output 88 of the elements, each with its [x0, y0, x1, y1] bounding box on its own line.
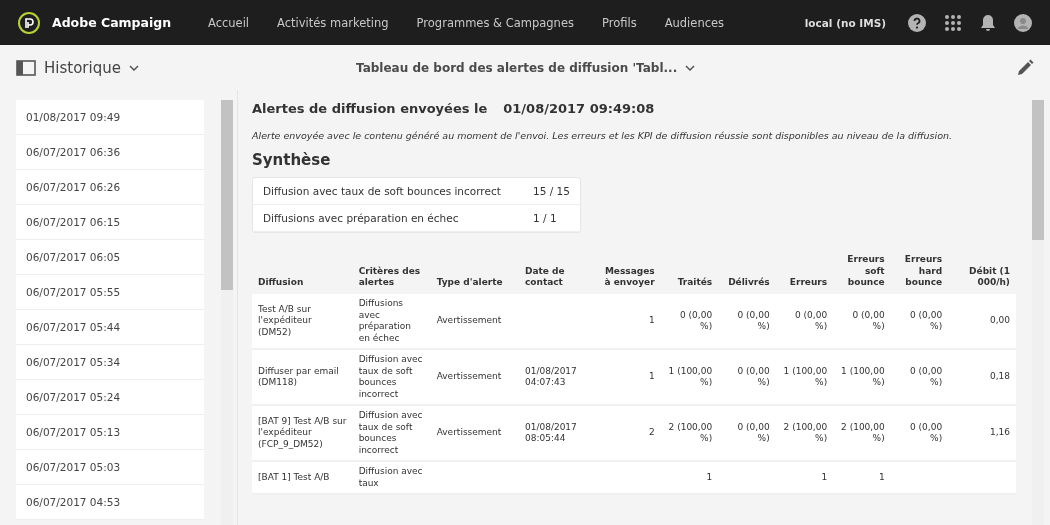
history-item[interactable]: 06/07/2017 05:34	[16, 345, 204, 380]
history-dropdown[interactable]: Historique	[16, 58, 356, 77]
table-cell: 1,16	[989, 427, 1010, 438]
edit-icon[interactable]	[1016, 58, 1034, 77]
summary-title: Synthèse	[252, 151, 332, 169]
table-cell: 0 (0,00 %)	[910, 421, 943, 444]
history-item[interactable]: 01/08/2017 09:49	[16, 100, 204, 135]
column-header: Débit (1 000/h)	[969, 265, 1010, 288]
history-item[interactable]: 06/07/2017 06:26	[16, 170, 204, 205]
apps-grid-icon[interactable]	[944, 13, 962, 32]
column-header: Diffusion	[258, 277, 304, 288]
table-cell: 0,18	[989, 371, 1010, 382]
history-item[interactable]: 06/07/2017 05:24	[16, 380, 204, 415]
table-cell: 1 (100,00 %)	[783, 365, 828, 388]
table-cell: 0 (0,00 %)	[737, 365, 770, 388]
table-cell: Avertissement	[436, 371, 502, 382]
column-header: Erreurs hard bounce	[904, 254, 943, 288]
summary-value: 15 / 15	[533, 185, 570, 197]
summary-value: 1 / 1	[533, 212, 557, 224]
chevron-down-icon	[128, 64, 139, 71]
report-date: 01/08/2017 09:49:08	[503, 101, 655, 116]
table-cell: 0 (0,00 %)	[852, 309, 885, 332]
table-cell: Diffuser par email (DM118)	[258, 365, 339, 388]
table-cell: 1	[648, 371, 655, 382]
report-heading: Alertes de diffusion envoyées le	[252, 101, 488, 116]
summary-label: Diffusions avec préparation en échec	[263, 212, 460, 224]
table-cell: 2 (100,00 %)	[841, 421, 885, 444]
table-cell: 0,00	[989, 315, 1010, 326]
table-cell: Avertissement	[436, 315, 502, 326]
column-header: Critères des alertes	[358, 265, 421, 288]
help-icon[interactable]	[908, 13, 926, 32]
table-cell: 01/08/2017 08:05:44	[524, 421, 577, 444]
column-header: Erreurs	[789, 277, 828, 288]
nav-tab[interactable]: Activités marketing	[277, 15, 389, 30]
table-cell: [BAT 1] Test A/B	[258, 472, 330, 482]
history-item[interactable]: 06/07/2017 05:44	[16, 310, 204, 345]
table-cell: 2	[648, 427, 655, 438]
table-cell: 0 (0,00 %)	[737, 309, 770, 332]
table-cell: 2 (100,00 %)	[783, 421, 828, 444]
table-cell: 0 (0,00 %)	[737, 421, 770, 444]
nav-tab[interactable]: Profils	[601, 15, 637, 30]
table-cell: 1	[878, 472, 885, 482]
column-header: Délivrés	[728, 277, 770, 288]
nav-tab[interactable]: Programmes & Campagnes	[416, 15, 574, 30]
column-header: Erreurs soft bounce	[847, 254, 885, 288]
table-cell: 1 (100,00 %)	[668, 365, 713, 388]
chevron-down-icon	[685, 64, 696, 71]
history-item[interactable]: 06/07/2017 06:36	[16, 135, 204, 170]
dashboard-title-dropdown[interactable]: Tableau de bord des alertes de diffusion 'Tabl...	[356, 60, 696, 75]
table-cell: 2 (100,00 %)	[668, 421, 713, 444]
table-cell: 01/08/2017 04:07:43	[524, 365, 577, 388]
table-cell: Diffusion avec taux de soft bounces incorrect	[358, 410, 423, 455]
history-item[interactable]: 06/07/2017 04:53	[16, 485, 204, 520]
column-header: Type d'alerte	[436, 277, 503, 288]
history-item[interactable]: 06/07/2017 05:03	[16, 450, 204, 485]
history-item[interactable]: 06/07/2017 05:55	[16, 275, 204, 310]
table-cell: Diffusions avec préparation en échec	[358, 298, 412, 343]
sidebar-icon	[16, 59, 36, 76]
scrollbar[interactable]	[1032, 100, 1044, 525]
nav-tab[interactable]: Audiences	[664, 15, 725, 30]
table-cell: Diffusion avec taux de soft bounces incorrect	[358, 354, 423, 399]
table-cell: 1 (100,00 %)	[841, 365, 885, 388]
table-cell: Test A/B sur l'expéditeur (DM52)	[258, 303, 312, 337]
scrollbar[interactable]	[221, 100, 233, 525]
table-cell: 1	[821, 472, 828, 482]
history-item[interactable]: 06/07/2017 06:15	[16, 205, 204, 240]
table-cell: 0 (0,00 %)	[795, 309, 828, 332]
column-header: Traités	[677, 277, 713, 288]
table-cell: Diffusion avec taux	[358, 466, 423, 488]
table-cell: 1	[648, 315, 655, 326]
instance-label: local (no IMS)	[804, 16, 886, 29]
table-cell: Avertissement	[436, 427, 502, 438]
history-item[interactable]: 06/07/2017 06:05	[16, 240, 204, 275]
report-note: Alerte envoyée avec le contenu généré au moment de l'envoi. Les erreurs et les KPI de diffusion réussie sont disponibles au niveau de la diffusion.	[252, 130, 953, 141]
table-cell: 0 (0,00 %)	[910, 365, 943, 388]
avatar-icon[interactable]	[1014, 13, 1032, 32]
logo-icon	[18, 11, 40, 34]
table-cell: [BAT 9] Test A/B sur l'expéditeur (FCP_9_DM52)	[258, 415, 347, 449]
history-item[interactable]: 06/07/2017 05:13	[16, 415, 204, 450]
table-cell: 0 (0,00 %)	[680, 309, 713, 332]
brand-name: Adobe Campaign	[52, 15, 172, 30]
bell-icon[interactable]	[980, 13, 996, 32]
column-header: Date de contact	[524, 265, 565, 288]
nav-tab[interactable]: Accueil	[208, 15, 250, 30]
column-header: Messages à envoyer	[604, 265, 655, 288]
table-cell: 1	[706, 472, 713, 482]
table-cell: 0 (0,00 %)	[910, 309, 943, 332]
summary-label: Diffusion avec taux de soft bounces incorrect	[263, 185, 502, 197]
